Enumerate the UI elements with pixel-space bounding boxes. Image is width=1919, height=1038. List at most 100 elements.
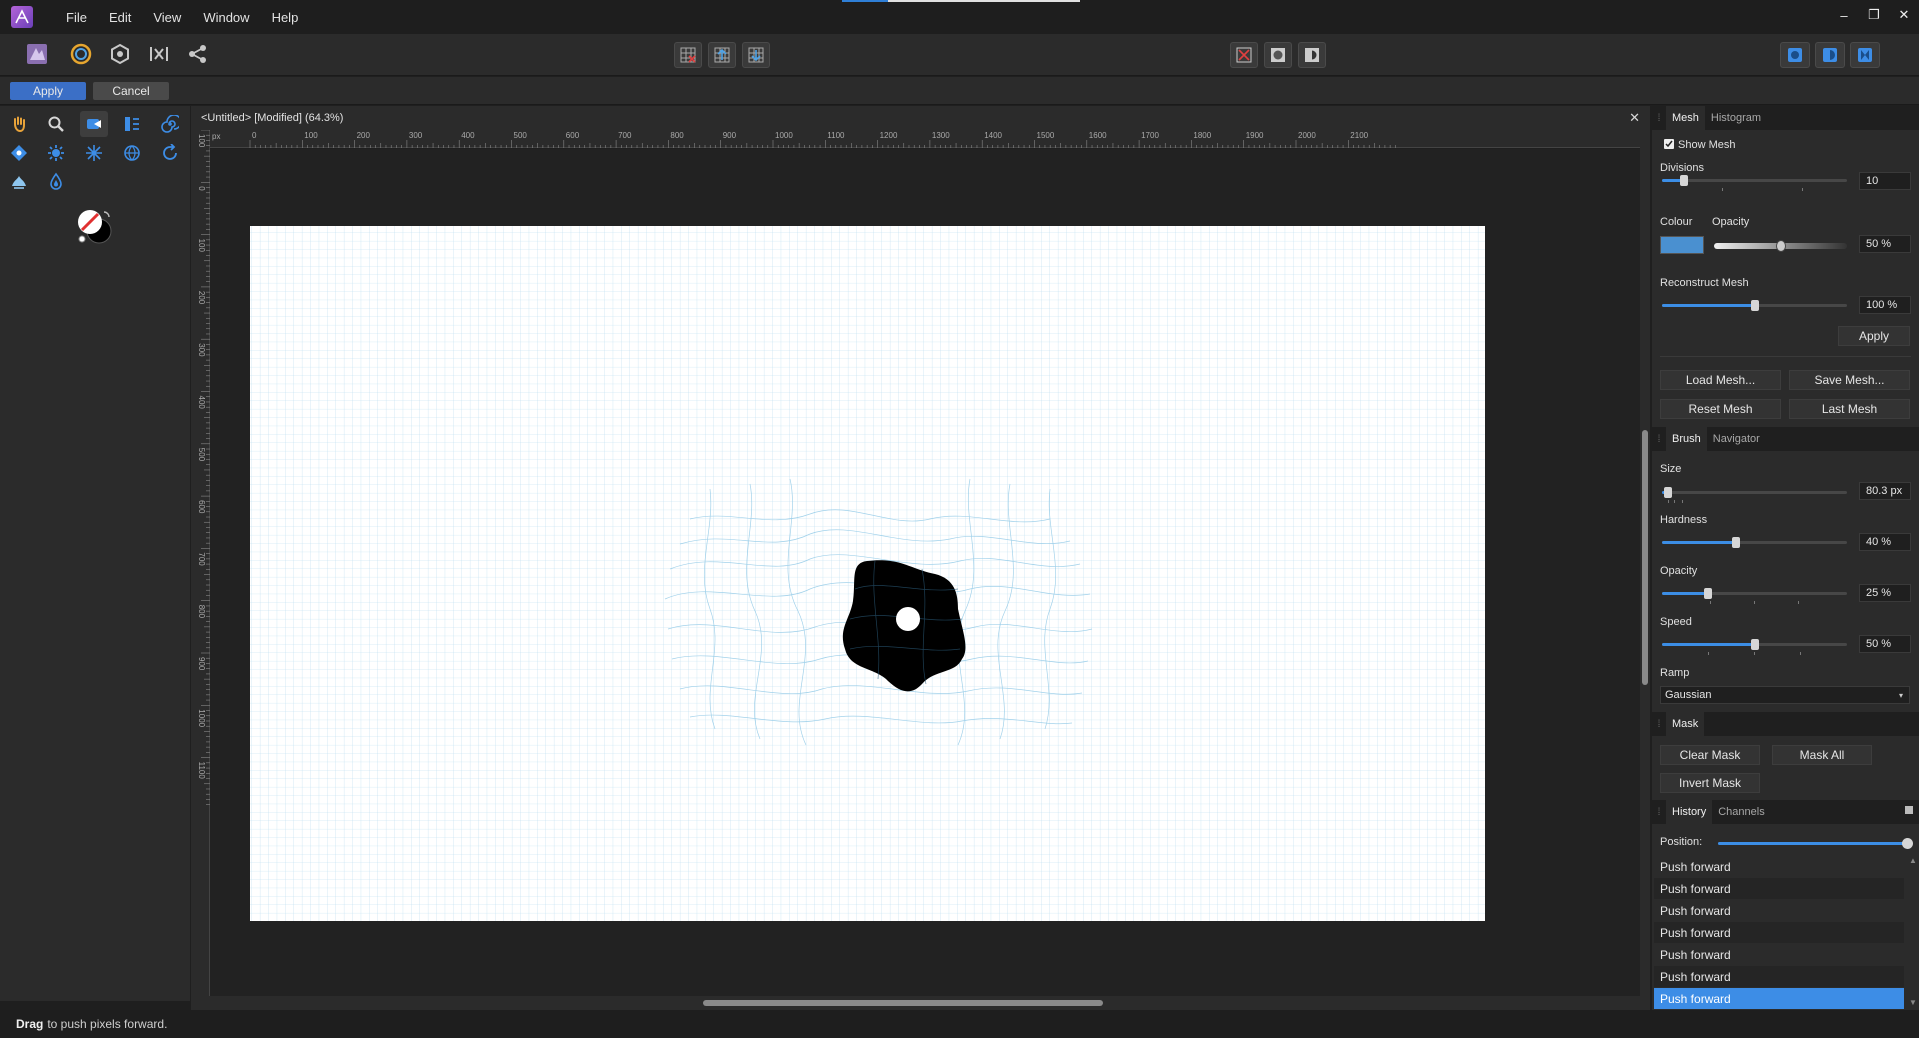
panel-grip-icon[interactable]: ⁞ [1652,106,1666,130]
history-scrollbar[interactable]: ▲ ▼ [1908,856,1918,1010]
clear-mask-button[interactable]: Clear Mask [1660,745,1760,765]
reconstruct-slider-knob[interactable] [1750,300,1759,311]
menu-window[interactable]: Window [203,10,249,25]
reconstruct-mesh-slider[interactable] [1662,300,1847,311]
divisions-value[interactable]: 10 [1859,172,1911,190]
panel-grip-icon[interactable]: ⁞ [1652,712,1666,736]
document-canvas[interactable] [210,149,1640,996]
hardness-slider[interactable] [1662,537,1847,548]
menu-help[interactable]: Help [272,10,299,25]
history-item[interactable]: Push forward [1654,900,1904,921]
tone-mapping-persona-icon[interactable] [144,39,174,69]
apply-button[interactable]: Apply [10,82,86,100]
mesh-clear-icon[interactable] [674,42,702,68]
close-document-icon[interactable]: ✕ [1629,110,1640,126]
show-mesh-checkbox[interactable] [1664,139,1674,149]
canvas-area[interactable] [210,149,1640,996]
tab-channels[interactable]: Channels [1712,800,1770,824]
mesh-opacity-value[interactable]: 50 % [1859,235,1911,253]
mask-clear-icon[interactable] [1230,42,1258,68]
history-position-knob[interactable] [1902,838,1913,849]
menu-file[interactable]: File [66,10,87,25]
history-item[interactable]: Push forward [1654,856,1904,877]
ramp-dropdown[interactable]: Gaussian ▾ [1660,686,1910,704]
scroll-up-icon[interactable]: ▲ [1909,856,1917,865]
panel-grip-icon[interactable]: ⁞ [1652,800,1666,824]
mask-all-button[interactable]: Mask All [1772,745,1872,765]
color-swatch-icon[interactable] [74,206,114,246]
horizontal-scrollbar[interactable] [191,996,1650,1010]
reconstruct-tool-icon[interactable] [156,140,184,166]
turbulence-tool-icon[interactable] [80,140,108,166]
brush-opacity-slider[interactable] [1662,588,1847,604]
tab-brush[interactable]: Brush [1666,427,1707,451]
mesh-warp-tool-icon[interactable] [118,140,146,166]
mesh-opacity-slider[interactable] [1714,240,1847,252]
horizontal-scrollbar-thumb[interactable] [703,1000,1103,1006]
freeze-tool-icon[interactable] [5,168,33,194]
speed-value[interactable]: 50 % [1859,635,1911,653]
view-mode-normal-icon[interactable] [1780,42,1810,68]
photo-persona-icon[interactable] [22,39,52,69]
reset-mesh-button[interactable]: Reset Mesh [1660,399,1781,419]
mesh-opacity-slider-knob[interactable] [1775,240,1786,252]
speed-slider-knob[interactable] [1750,639,1759,650]
save-mesh-button[interactable]: Save Mesh... [1789,370,1910,390]
push-left-tool-icon[interactable] [118,111,146,137]
vertical-scrollbar-thumb[interactable] [1642,430,1648,685]
mask-invert-icon[interactable] [1298,42,1326,68]
history-item[interactable]: Push forward [1654,944,1904,965]
push-forward-tool-icon[interactable] [80,111,108,137]
twirl-tool-icon[interactable] [156,111,184,137]
tab-navigator[interactable]: Navigator [1707,427,1766,451]
mesh-freeze-icon[interactable] [708,42,736,68]
view-hand-tool-icon[interactable] [5,111,33,137]
close-window-button[interactable]: ✕ [1889,0,1919,30]
menu-view[interactable]: View [153,10,181,25]
hardness-slider-knob[interactable] [1732,537,1740,548]
history-position-slider[interactable] [1718,838,1913,849]
hardness-value[interactable]: 40 % [1859,533,1911,551]
panel-menu-icon[interactable] [1905,806,1913,814]
document-tab[interactable]: <Untitled> [Modified] (64.3%) ✕ [191,106,1650,130]
mask-all-icon[interactable] [1264,42,1292,68]
history-item[interactable]: Push forward [1654,922,1904,943]
reconstruct-value[interactable]: 100 % [1859,296,1911,314]
load-mesh-button[interactable]: Load Mesh... [1660,370,1781,390]
brush-opacity-slider-knob[interactable] [1704,588,1713,599]
cancel-button[interactable]: Cancel [93,82,169,100]
tab-history[interactable]: History [1666,800,1713,824]
menu-edit[interactable]: Edit [109,10,131,25]
scroll-down-icon[interactable]: ▼ [1909,998,1917,1007]
zoom-tool-icon[interactable] [42,111,70,137]
export-persona-icon[interactable] [183,39,213,69]
brush-opacity-value[interactable]: 25 % [1859,584,1911,602]
history-item-selected[interactable]: Push forward [1654,988,1904,1009]
size-slider[interactable] [1662,487,1847,503]
last-mesh-button[interactable]: Last Mesh [1789,399,1910,419]
pinch-tool-icon[interactable] [5,140,33,166]
liquify-persona-icon[interactable] [66,39,96,69]
restore-button[interactable]: ❐ [1859,0,1889,30]
tab-mask[interactable]: Mask [1666,712,1705,736]
divisions-slider-knob[interactable] [1680,175,1689,186]
minimize-button[interactable]: ‒ [1829,0,1859,30]
speed-slider[interactable] [1662,639,1847,655]
tab-histogram[interactable]: Histogram [1705,106,1767,130]
size-slider-knob[interactable] [1663,487,1672,498]
thaw-tool-icon[interactable] [42,168,70,194]
mesh-thaw-icon[interactable] [742,42,770,68]
divisions-slider[interactable] [1662,175,1847,191]
tab-mesh[interactable]: Mesh [1666,106,1705,130]
reconstruct-apply-button[interactable]: Apply [1838,326,1910,346]
history-item[interactable]: Push forward [1654,878,1904,899]
develop-persona-icon[interactable] [105,39,135,69]
mesh-colour-swatch[interactable] [1660,236,1704,254]
view-mode-mirror-icon[interactable] [1850,42,1880,68]
vertical-scrollbar[interactable] [1640,130,1650,996]
punch-tool-icon[interactable] [42,140,70,166]
panel-grip-icon[interactable]: ⁞ [1652,427,1666,451]
size-value[interactable]: 80.3 px [1859,482,1911,500]
view-mode-split-icon[interactable] [1815,42,1845,68]
history-item[interactable]: Push forward [1654,966,1904,987]
